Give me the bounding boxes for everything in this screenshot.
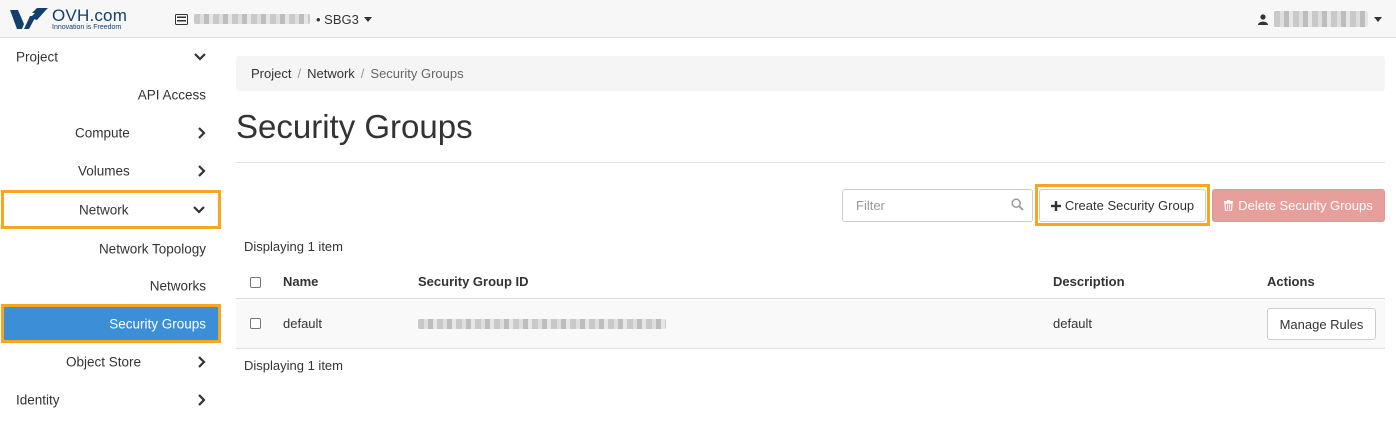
sidebar-item-label: Object Store: [66, 354, 142, 370]
item-count-bottom: Displaying 1 item: [244, 358, 343, 373]
trash-icon: [1224, 200, 1234, 211]
sidebar-item-label: Volumes: [78, 163, 130, 179]
security-group-description: default: [1053, 316, 1093, 331]
sidebar-item-compute[interactable]: Compute: [0, 114, 224, 152]
search-icon[interactable]: [1011, 198, 1024, 211]
sidebar-item-label: Project: [16, 49, 59, 65]
sidebar-item-network-topology[interactable]: Network Topology: [0, 230, 224, 268]
select-all-checkbox[interactable]: [250, 277, 261, 288]
row-checkbox[interactable]: [250, 318, 261, 329]
delete-security-groups-button[interactable]: Delete Security Groups: [1212, 189, 1385, 222]
region-label: • SBG3: [316, 11, 359, 27]
chevron-right-icon: [198, 127, 206, 139]
sidebar-item-networks[interactable]: Networks: [0, 268, 224, 304]
sidebar-item-identity[interactable]: Identity: [0, 381, 224, 419]
breadcrumb-separator: /: [360, 66, 365, 81]
page-title: Security Groups: [236, 108, 473, 145]
server-icon: [175, 13, 188, 25]
chevron-down-icon: [193, 205, 205, 214]
sidebar-item-label: Network Topology: [98, 241, 206, 257]
sidebar-item-network[interactable]: Network: [1, 190, 221, 229]
chevron-down-icon: [194, 53, 206, 61]
breadcrumb-current: Security Groups: [370, 66, 464, 81]
column-header-actions: Actions: [1267, 274, 1315, 289]
user-menu[interactable]: [1258, 11, 1382, 27]
sidebar-item-label: API Access: [137, 87, 206, 103]
sidebar-item-object-store[interactable]: Object Store: [0, 343, 224, 381]
sidebar: Project API Access Compute Volumes Netwo…: [0, 38, 224, 432]
table-row-divider: [236, 348, 1385, 349]
breadcrumb-network[interactable]: Network: [307, 66, 355, 81]
ovh-logo-icon: [10, 8, 48, 29]
security-group-name[interactable]: default: [283, 316, 322, 331]
chevron-right-icon: [198, 165, 206, 177]
top-navbar: OVH.com Innovation is Freedom • SBG3: [0, 0, 1396, 38]
sidebar-item-label: Compute: [75, 125, 130, 141]
chevron-right-icon: [198, 394, 206, 406]
create-security-group-button[interactable]: Create Security Group: [1039, 189, 1206, 222]
brand-tagline: Innovation is Freedom: [52, 24, 122, 31]
manage-rules-button[interactable]: Manage Rules: [1267, 308, 1376, 340]
chevron-right-icon: [198, 356, 206, 368]
username-redacted: [1274, 11, 1368, 27]
sidebar-item-security-groups[interactable]: Security Groups: [1, 304, 221, 343]
breadcrumb: Project / Network / Security Groups: [236, 56, 1385, 91]
project-switcher[interactable]: • SBG3: [175, 11, 372, 27]
plus-icon: [1050, 200, 1061, 211]
delete-button-label: Delete Security Groups: [1238, 198, 1373, 213]
user-icon: [1258, 13, 1268, 25]
filter-input[interactable]: [842, 189, 1033, 222]
brand-name: OVH.com: [52, 6, 128, 25]
security-group-id-redacted: [418, 319, 666, 329]
sidebar-item-label: Networks: [149, 278, 206, 294]
item-count-top: Displaying 1 item: [244, 239, 343, 254]
column-header-description[interactable]: Description: [1053, 274, 1125, 289]
chevron-down-icon: [1374, 16, 1382, 22]
region-name: SBG3: [324, 11, 359, 27]
divider: [236, 162, 1385, 163]
sidebar-item-label: Security Groups: [109, 316, 206, 331]
create-button-label: Create Security Group: [1064, 198, 1195, 213]
sidebar-item-label: Identity: [16, 392, 60, 408]
sidebar-item-api-access[interactable]: API Access: [0, 76, 224, 114]
breadcrumb-separator: /: [297, 66, 302, 81]
column-header-name[interactable]: Name: [283, 274, 318, 289]
sidebar-item-volumes[interactable]: Volumes: [0, 152, 224, 190]
breadcrumb-project[interactable]: Project: [251, 66, 291, 81]
project-name-redacted: [194, 14, 310, 24]
table-row: [236, 299, 1385, 348]
sidebar-item-project[interactable]: Project: [0, 38, 224, 76]
column-header-security-group-id[interactable]: Security Group ID: [418, 274, 529, 289]
chevron-down-icon: [363, 16, 372, 22]
sidebar-item-label: Network: [79, 202, 129, 217]
